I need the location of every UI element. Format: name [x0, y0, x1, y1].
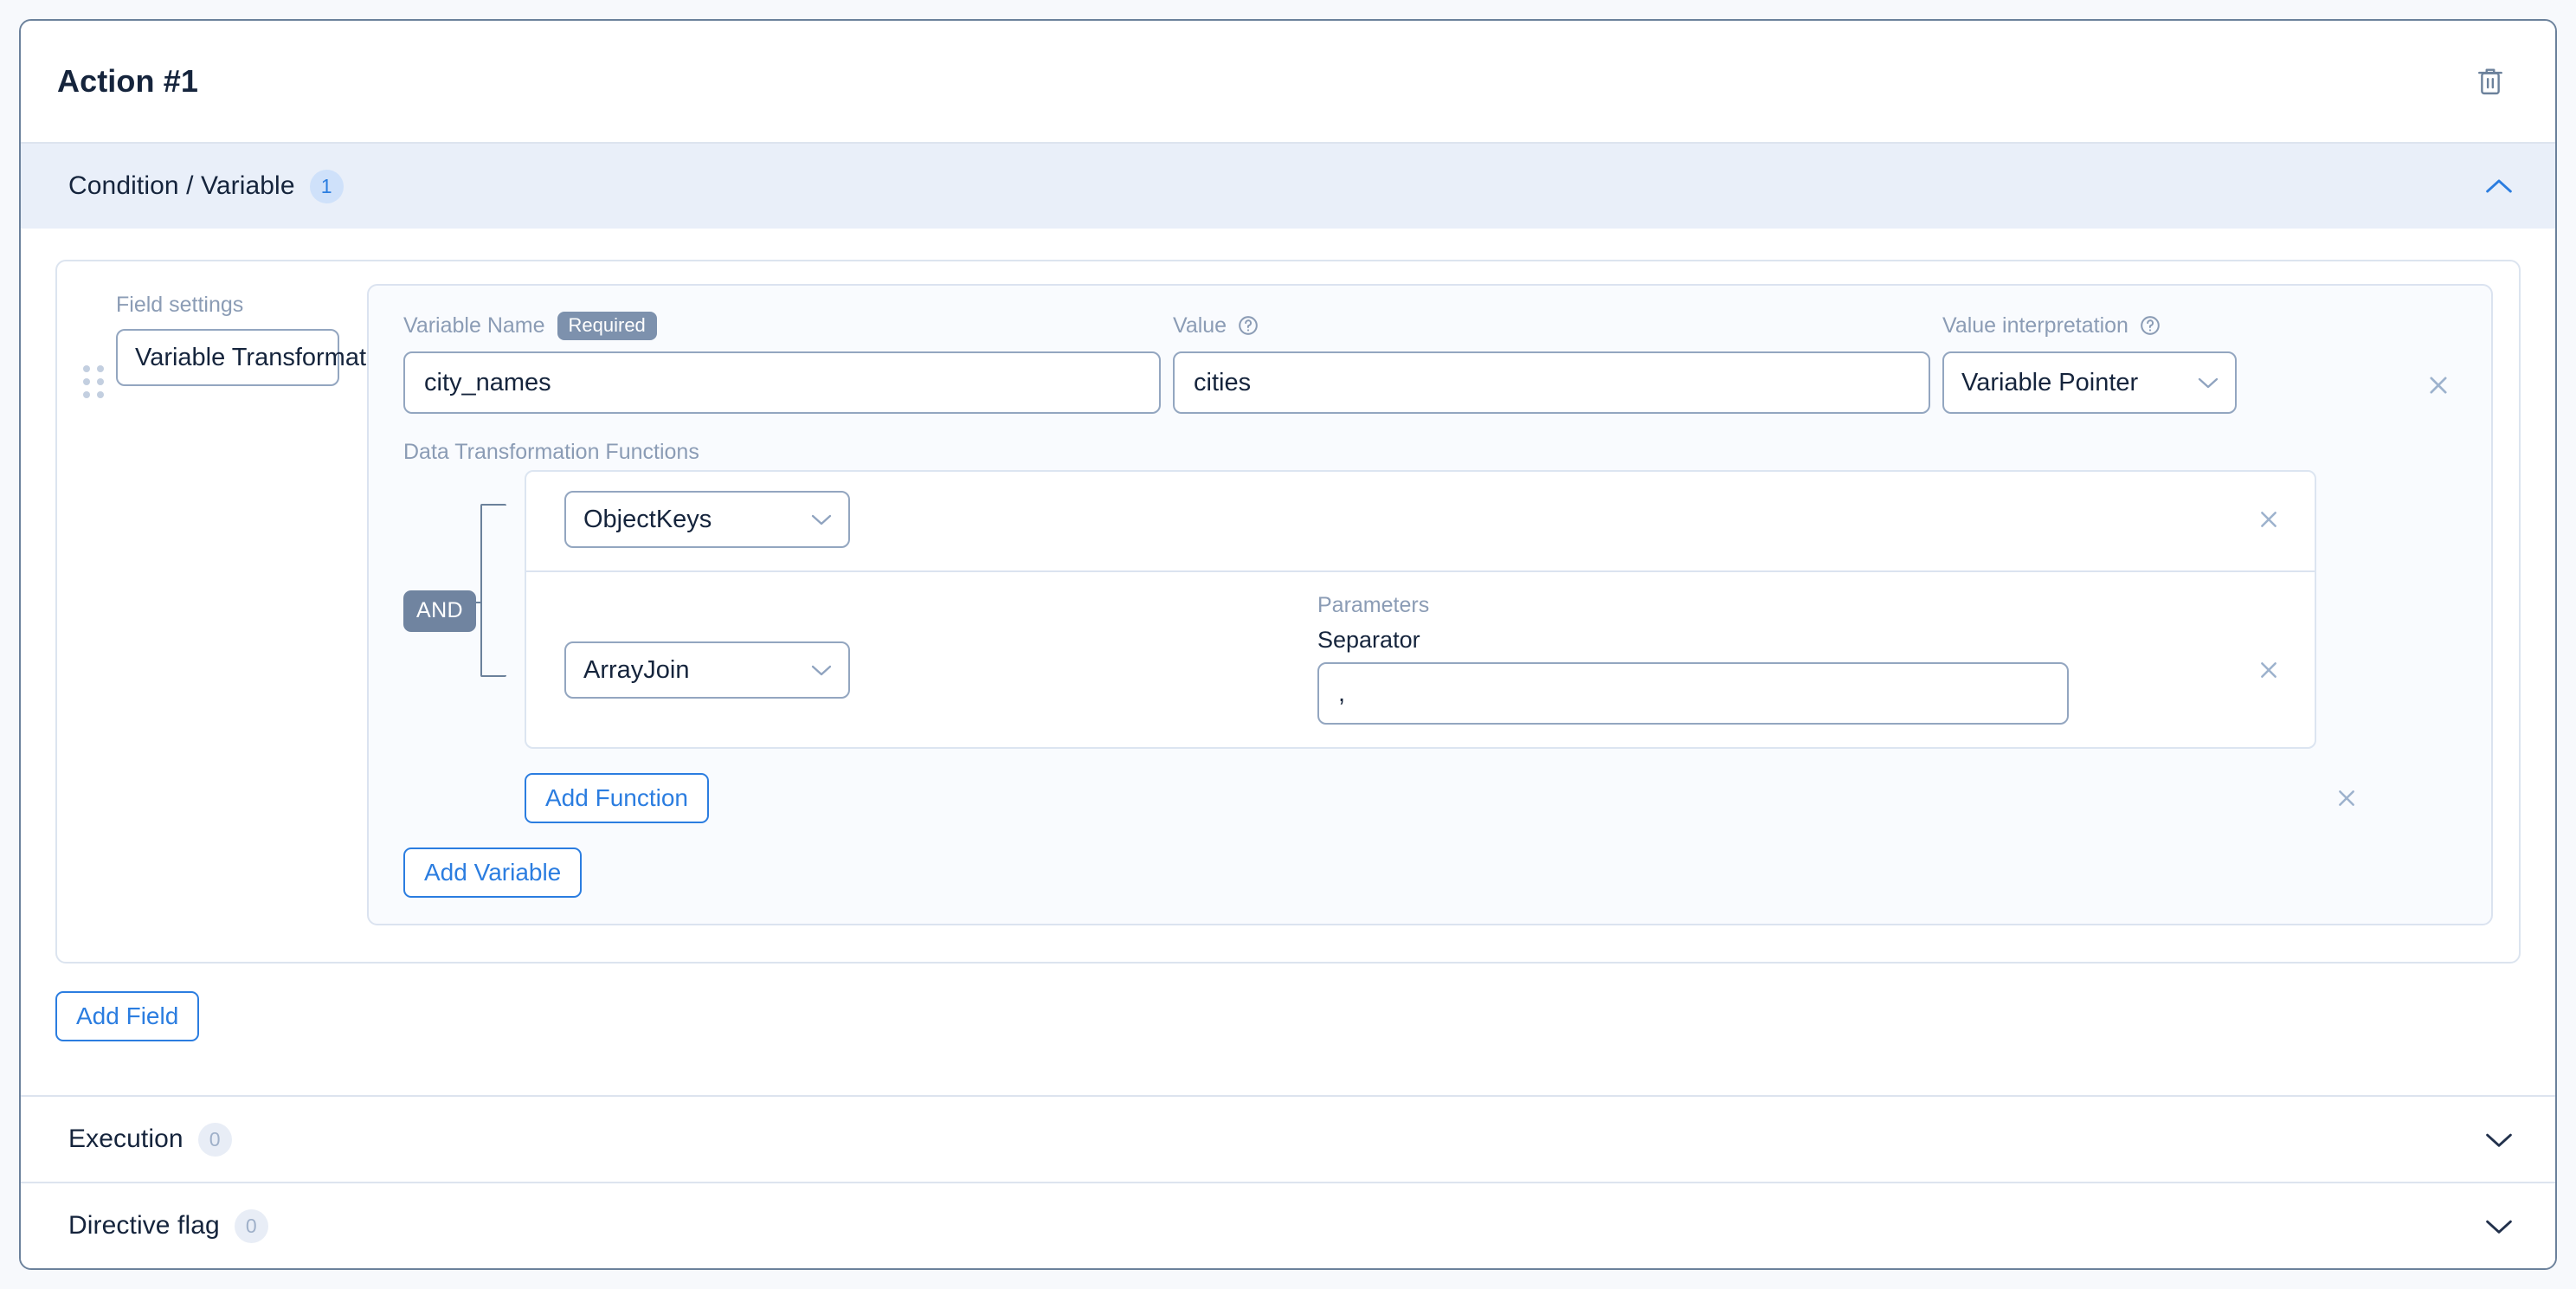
help-circle-icon-glyph [2141, 316, 2160, 335]
status-badge: 0 [197, 1122, 232, 1157]
value-interpretation-select[interactable]: Variable Pointer [1942, 351, 2237, 414]
action-card-header: Action #1 [21, 21, 2555, 144]
remove-variable-button[interactable] [2415, 362, 2462, 409]
chevron-down-icon [811, 665, 832, 676]
variable-value-group: Value cities [1173, 308, 1930, 414]
chevron-down-icon [811, 514, 832, 525]
page-title: Action #1 [57, 63, 198, 99]
help-circle-icon[interactable] [2139, 314, 2161, 337]
help-circle-icon[interactable] [1237, 314, 1259, 337]
data-transformation-functions-label: Data Transformation Functions [403, 440, 699, 464]
dot [83, 378, 90, 385]
function-select-0[interactable]: ObjectKeys [564, 491, 850, 548]
section-header-condition-variable[interactable]: Condition / Variable 1 [21, 144, 2555, 229]
variable-name-label-line: Variable Name Required [403, 308, 1161, 343]
close-icon [2261, 512, 2277, 527]
variable-main: Variable Name Required city_names Value [403, 308, 2386, 823]
function-params-1: Parameters Separator , [1317, 591, 2226, 725]
function-row: ObjectKeys [526, 472, 2315, 570]
add-function-button[interactable]: Add Function [525, 773, 709, 823]
parameters-title: Parameters [1317, 593, 1430, 617]
drag-handle-icon[interactable] [83, 365, 106, 398]
add-variable-row: Add Variable [403, 848, 2462, 898]
value-interpretation-label: Value interpretation [1942, 313, 2128, 338]
action-card: Action #1 Condition / Variable 1 Field s… [19, 19, 2557, 1270]
parameter-label: Separator [1317, 627, 1420, 653]
function-row: ArrayJoin Parameters Separator , [526, 570, 2315, 747]
function-select-1[interactable]: ArrayJoin [564, 641, 850, 699]
close-icon [2261, 662, 2277, 678]
section-title: Execution [68, 1125, 184, 1153]
dot [83, 391, 90, 398]
section-title: Directive flag [68, 1211, 220, 1240]
help-circle-icon-glyph [1239, 316, 1258, 335]
trash-icon [2478, 68, 2502, 95]
dot [97, 365, 104, 372]
variable-value-input[interactable]: cities [1173, 351, 1930, 414]
variables-panel: Variable Name Required city_names Value [367, 284, 2493, 925]
status-badge: 1 [309, 169, 344, 203]
remove-function-button-1[interactable] [2245, 641, 2292, 699]
add-variable-button[interactable]: Add Variable [403, 848, 583, 898]
operator-and-badge[interactable]: AND [403, 590, 476, 632]
variable-name-input[interactable]: city_names [403, 351, 1161, 414]
chevron-up-icon[interactable] [2484, 177, 2514, 196]
add-field-button[interactable]: Add Field [55, 991, 200, 1041]
function-name-0: ObjectKeys [583, 505, 712, 533]
condition-variable-body: Field settings Variable Transformations [21, 229, 2555, 1041]
variable-value-label-line: Value [1173, 308, 1930, 343]
remove-function-button-0[interactable] [2245, 491, 2292, 548]
section-header-execution[interactable]: Execution 0 [21, 1097, 2555, 1182]
field-settings-column: Field settings Variable Transformations [116, 284, 446, 386]
section-header-directive-flag[interactable]: Directive flag 0 [21, 1183, 2555, 1268]
chevron-down-icon[interactable] [2484, 1216, 2514, 1235]
close-icon [2430, 377, 2447, 394]
section-title: Condition / Variable [68, 171, 295, 200]
dot [97, 378, 104, 385]
field-type-select[interactable]: Variable Transformations [116, 329, 446, 386]
value-interpretation-label-line: Value interpretation [1942, 308, 2237, 343]
variable-name-label: Variable Name [403, 313, 545, 338]
delete-action-button[interactable] [2467, 58, 2514, 105]
function-params-0 [1317, 491, 2226, 493]
separator-input[interactable]: , [1317, 662, 2069, 725]
dot [83, 365, 90, 372]
function-group-card: ObjectKeys ArrayJoin Parameters Separato… [525, 470, 2316, 749]
dot [97, 391, 104, 398]
chevron-down-icon[interactable] [2484, 1130, 2514, 1149]
data-transformation-functions-area: AND ObjectKeys ArrayJoin Parameters Sepa… [403, 470, 2386, 749]
body-bottom-spacer [21, 1041, 2555, 1095]
field-settings-label: Field settings [116, 293, 244, 317]
remove-function-group-button[interactable] [2323, 775, 2370, 822]
variable-value-label: Value [1173, 313, 1227, 338]
status-badge: 0 [234, 1208, 268, 1243]
close-icon [2339, 790, 2354, 806]
add-function-row: Add Function [403, 773, 2386, 823]
value-interpretation-value: Variable Pointer [1961, 368, 2139, 396]
chevron-down-icon [2198, 377, 2219, 389]
bracket-line [480, 504, 506, 677]
value-interpretation-group: Value interpretation Variable Pointer [1942, 308, 2237, 414]
add-field-row: Add Field [55, 964, 2521, 1041]
variable-fields: Variable Name Required city_names Value [403, 308, 2386, 414]
required-badge: Required [557, 311, 657, 340]
variable-name-group: Variable Name Required city_names [403, 308, 1161, 414]
function-name-1: ArrayJoin [583, 655, 690, 684]
operator-bracket: AND [403, 470, 525, 749]
field-card: Field settings Variable Transformations [55, 260, 2521, 964]
variable-row: Variable Name Required city_names Value [403, 308, 2462, 823]
